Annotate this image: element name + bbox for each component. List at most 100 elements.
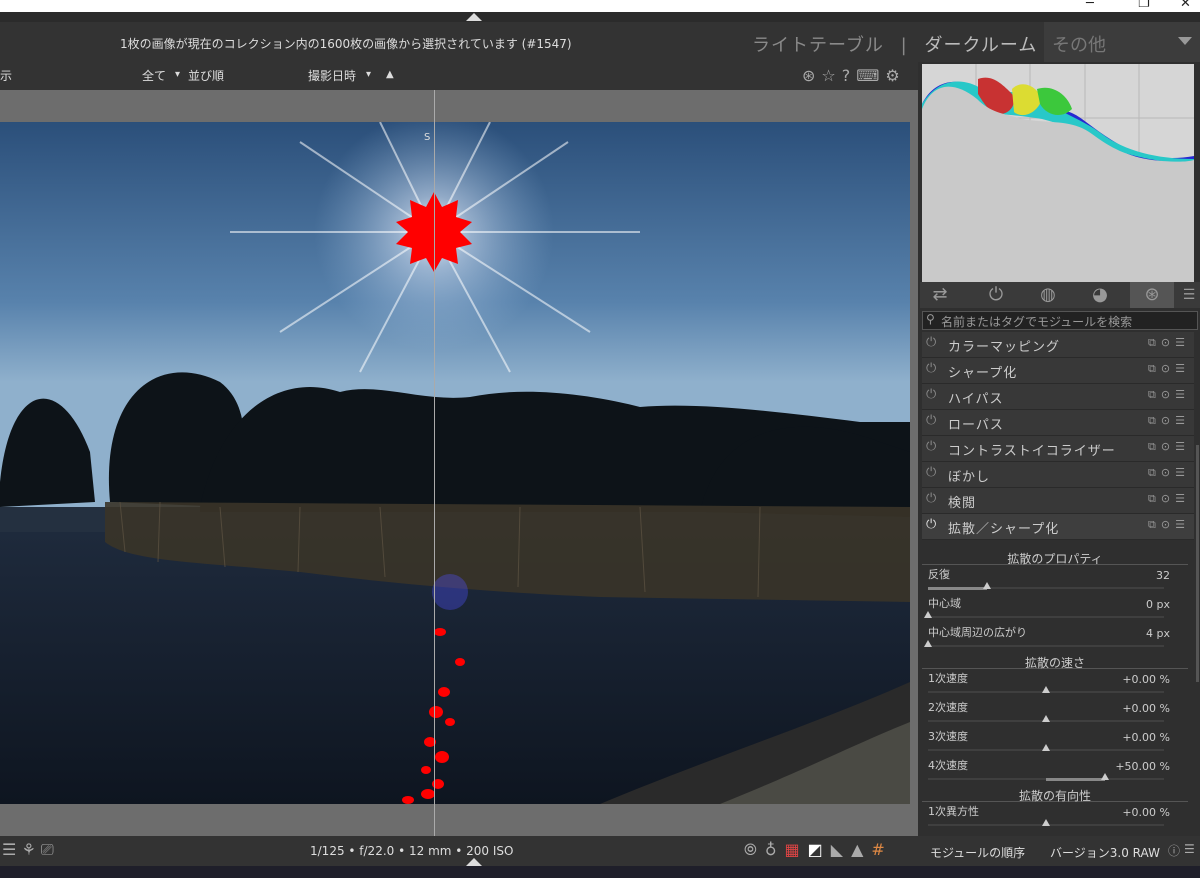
power-icon[interactable]: ⏻ [926, 335, 936, 350]
module-row[interactable]: ⏻ コントラストイコライザー ⧉⊙☰ [922, 436, 1194, 462]
power-icon[interactable]: ⏻ [926, 491, 936, 506]
split-view-divider[interactable] [434, 90, 435, 836]
bulb-icon[interactable]: ♁ [765, 840, 777, 859]
menu-icon[interactable]: ☰ [1175, 362, 1190, 375]
slider-radius-span[interactable]: 中心域周辺の広がり 4 px [922, 623, 1188, 652]
power-icon[interactable]: ⏻ [926, 387, 936, 402]
menu-icon[interactable]: ☰ [1175, 414, 1190, 427]
power-icon[interactable]: ⏻ [926, 439, 936, 454]
module-row[interactable]: ⏻ ハイパス ⧉⊙☰ [922, 384, 1194, 410]
module-order-version[interactable]: バージョン3.0 RAW [1050, 844, 1160, 861]
settings-icon[interactable]: ⚙ [885, 66, 899, 85]
keyboard-icon[interactable]: ⌨ [856, 66, 879, 85]
slider-central-radius[interactable]: 中心域 0 px [922, 594, 1188, 623]
reset-icon[interactable]: ⊙ [1161, 388, 1175, 401]
reset-icon[interactable]: ⊙ [1161, 336, 1175, 349]
grid-icon[interactable]: ⊛ [802, 66, 815, 85]
reset-icon[interactable]: ⊙ [1161, 466, 1175, 479]
slider-speed4[interactable]: 4次速度 +50.00 % [922, 756, 1188, 785]
slider-knob[interactable] [1042, 715, 1050, 722]
module-row[interactable]: ⏻ 検閲 ⧉⊙☰ [922, 488, 1194, 514]
view-lighttable[interactable]: ライトテーブル [752, 35, 884, 56]
softproof-icon[interactable]: ▦ [785, 840, 800, 859]
module-row[interactable]: ⏻ ローパス ⧉⊙☰ [922, 410, 1194, 436]
warning-icon[interactable]: ▲ [851, 840, 863, 859]
menu-icon[interactable]: ☰ [1184, 842, 1195, 856]
menu-icon[interactable]: ☰ [1175, 518, 1190, 531]
slider-knob[interactable] [1101, 773, 1109, 780]
view-more-dropdown[interactable]: その他 [1044, 22, 1200, 62]
module-row[interactable]: ⏻ 拡散／シャープ化 ⧉⊙☰ [922, 514, 1194, 540]
presets-icon[interactable]: ⧉ [1148, 492, 1161, 505]
slider-knob[interactable] [1042, 744, 1050, 751]
gamut-icon[interactable]: ◣ [831, 840, 843, 859]
presets-icon[interactable]: ⧉ [1148, 440, 1161, 453]
reset-icon[interactable]: ⊙ [1161, 414, 1175, 427]
menu-icon[interactable]: ☰ [1175, 388, 1190, 401]
image-canvas[interactable]: S [0, 90, 918, 836]
slider-knob[interactable] [924, 640, 932, 647]
display-icon[interactable]: ⎚ [41, 840, 54, 859]
panel-scrollbar[interactable] [1196, 445, 1199, 682]
caret-down-icon[interactable]: ▾ [175, 69, 180, 80]
reset-icon[interactable]: ⊙ [1161, 362, 1175, 375]
module-row[interactable]: ⏻ シャープ化 ⧉⊙☰ [922, 358, 1194, 384]
menu-icon[interactable]: ☰ [1175, 440, 1190, 453]
sliders-icon[interactable]: ⇄ [920, 282, 960, 308]
sort-select[interactable]: 撮影日時 [308, 67, 356, 84]
split-view-marker[interactable]: S [424, 132, 430, 143]
module-row[interactable]: ⏻ ぼかし ⧉⊙☰ [922, 462, 1194, 488]
presets-icon[interactable]: ⧉ [1148, 336, 1161, 349]
module-search-input[interactable]: ⚲ 名前またはタグでモジュールを検索 [922, 311, 1198, 330]
arrow-up-icon[interactable] [466, 858, 482, 866]
slider-knob[interactable] [983, 582, 991, 589]
menu-icon[interactable]: ☰ [2, 840, 16, 859]
minimize-icon[interactable]: ─ [1086, 0, 1094, 11]
slider-knob[interactable] [924, 611, 932, 618]
menu-icon[interactable]: ☰ [1175, 336, 1190, 349]
overexposed-icon[interactable]: ◩ [808, 840, 823, 859]
base-icon[interactable]: ◍ [1028, 282, 1068, 308]
styles-icon[interactable]: ⚘ [21, 840, 35, 859]
focus-peaking-icon[interactable]: ⦾ [744, 840, 757, 859]
menu-icon[interactable]: ☰ [1178, 282, 1200, 308]
guides-icon[interactable]: # [871, 840, 884, 859]
star-icon[interactable]: ☆ [821, 66, 835, 85]
reset-icon[interactable]: ⊙ [1161, 492, 1175, 505]
sort-direction-icon[interactable]: ▲ [386, 69, 394, 80]
slider-speed1[interactable]: 1次速度 +0.00 % [922, 669, 1188, 698]
top-panel-toggle[interactable] [0, 12, 1200, 22]
reset-icon[interactable]: ⊙ [1161, 440, 1175, 453]
presets-icon[interactable]: ⧉ [1148, 518, 1161, 531]
help-icon[interactable]: ? [842, 66, 851, 85]
arrow-up-icon[interactable] [466, 13, 482, 21]
slider-speed3[interactable]: 3次速度 +0.00 % [922, 727, 1188, 756]
presets-icon[interactable]: ⧉ [1148, 466, 1161, 479]
reset-icon[interactable]: ⊙ [1161, 518, 1175, 531]
power-icon[interactable]: ⏻ [926, 361, 936, 376]
power-icon[interactable]: ⏻ [926, 465, 936, 480]
histogram[interactable] [922, 64, 1194, 282]
restore-icon[interactable]: ❐ [1138, 0, 1150, 11]
power-icon[interactable]: ⏻ [926, 413, 936, 428]
menu-icon[interactable]: ☰ [1175, 492, 1190, 505]
presets-icon[interactable]: ⧉ [1148, 388, 1161, 401]
close-icon[interactable]: ✕ [1180, 0, 1191, 11]
slider-knob[interactable] [1042, 686, 1050, 693]
caret-down-icon[interactable]: ▾ [366, 69, 371, 80]
module-row[interactable]: ⏻ カラーマッピング ⧉⊙☰ [922, 332, 1194, 358]
filter-all[interactable]: 全て [142, 67, 166, 84]
menu-icon[interactable]: ☰ [1175, 466, 1190, 479]
power-icon[interactable]: ⏻ [976, 282, 1016, 308]
effects-icon[interactable]: ⊛ [1130, 282, 1174, 308]
photo-preview[interactable] [0, 122, 910, 804]
presets-icon[interactable]: ⧉ [1148, 414, 1161, 427]
slider-knob[interactable] [1042, 819, 1050, 826]
slider-aniso1[interactable]: 1次異方性 +0.00 % [922, 802, 1188, 831]
color-icon[interactable]: ◕ [1080, 282, 1120, 308]
presets-icon[interactable]: ⧉ [1148, 362, 1161, 375]
slider-iterations[interactable]: 反復 32 [922, 565, 1188, 594]
power-icon[interactable]: ⏻ [926, 517, 936, 532]
slider-speed2[interactable]: 2次速度 +0.00 % [922, 698, 1188, 727]
info-icon[interactable]: ⓘ [1168, 842, 1180, 859]
